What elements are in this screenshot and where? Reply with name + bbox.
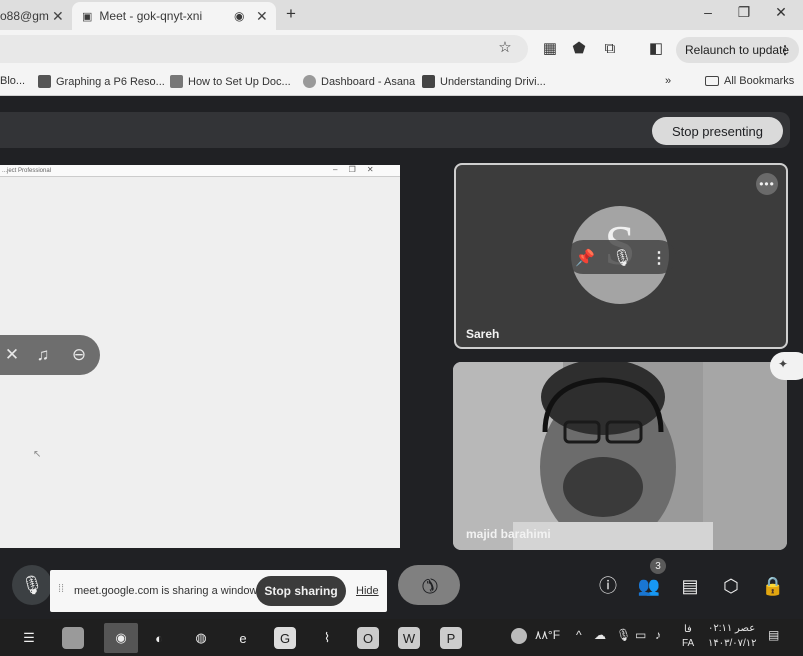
outlook-icon[interactable]: O	[357, 627, 379, 649]
close-icon[interactable]: ✕	[256, 8, 268, 25]
relaunch-button[interactable]: Relaunch to update ⋮	[676, 37, 799, 63]
extension-icon[interactable]: ▦	[540, 40, 560, 58]
people-count-badge: 3	[650, 558, 666, 574]
recording-icon: ◉	[234, 9, 245, 23]
profile-icon[interactable]: ◧	[646, 40, 666, 58]
maximize-button[interactable]: ❐	[734, 4, 754, 21]
pdf-icon[interactable]: G	[274, 627, 296, 649]
shield-extension-icon[interactable]: ⬟	[569, 40, 589, 58]
clock-date[interactable]: ۱۴۰۳/۰۷/۱۲	[708, 638, 757, 649]
chart-icon	[38, 75, 51, 88]
all-bookmarks-label: All Bookmarks	[724, 75, 795, 87]
info-icon[interactable]: ⓘ	[596, 575, 620, 597]
cloud-icon: ☁	[594, 628, 606, 642]
close-window-button[interactable]: ✕	[771, 4, 791, 21]
bookmark-label: How to Set Up Doc...	[188, 75, 291, 88]
puzzle-icon[interactable]: ⧉	[600, 40, 620, 58]
mic-icon: 🎙	[616, 628, 632, 642]
activities-icon[interactable]: ⬡	[719, 575, 743, 597]
file-explorer-icon[interactable]	[62, 627, 84, 649]
ie-icon[interactable]: e	[232, 627, 254, 649]
bookmark-item[interactable]: How to Set Up Doc...	[170, 75, 291, 88]
stop-presenting-button[interactable]: Stop presenting	[652, 117, 783, 145]
tab-gmail[interactable]: o88@gm ✕	[0, 2, 70, 30]
bookmark-item[interactable]: Graphing a P6 Reso...	[38, 75, 165, 88]
folder-icon	[705, 76, 719, 86]
task-view-icon[interactable]: ☰	[18, 627, 40, 649]
word-icon[interactable]: W	[398, 627, 420, 649]
cursor-icon: ↖	[33, 449, 42, 460]
project-icon[interactable]: P	[440, 627, 462, 649]
microphone-button[interactable]: 🎙	[12, 565, 52, 605]
chrome-icon[interactable]: ◉	[104, 623, 138, 653]
tab-title: o88@gm	[0, 9, 49, 23]
speaker-icon[interactable]: ♪	[655, 628, 661, 642]
weather-temp[interactable]: ۸۸°F	[535, 628, 560, 642]
edge-icon[interactable]: ◐	[148, 627, 170, 649]
language-top: فا	[684, 624, 692, 635]
participant-video	[453, 362, 787, 550]
stop-sharing-button[interactable]: Stop sharing	[256, 576, 346, 606]
weather-icon	[511, 628, 527, 644]
more-bookmarks-button[interactable]: »	[665, 75, 671, 87]
bookmark-label: Dashboard - Asana	[321, 75, 416, 88]
people-icon[interactable]: 👥	[637, 575, 661, 597]
video-camera-icon: ▣	[82, 10, 93, 23]
doc-icon	[170, 75, 183, 88]
participant-name: Sareh	[466, 327, 500, 341]
host-controls-icon[interactable]: 🔒	[761, 575, 785, 597]
bookmark-item[interactable]: Dashboard - Asana	[303, 75, 415, 88]
pin-off-icon[interactable]: ✕	[2, 345, 22, 365]
asana-icon	[303, 75, 316, 88]
language-indicator[interactable]: FA	[682, 638, 694, 649]
hide-link[interactable]: Hide	[356, 585, 379, 597]
drag-handle-icon[interactable]: ⁞⁞	[58, 583, 64, 595]
notification-icon[interactable]: ▤	[768, 628, 779, 642]
all-bookmarks-button[interactable]: All Bookmarks	[705, 75, 794, 87]
leave-call-button[interactable]: ✆	[398, 565, 460, 605]
bookmark-item[interactable]: Blo...	[0, 75, 25, 87]
tile-hover-controls: 📌 🎙 ⋮	[566, 240, 676, 274]
sharing-message: meet.google.com is sharing a window.	[74, 585, 260, 597]
tab-title: Meet - gok-qnyt-xni	[99, 9, 203, 23]
bookmark-label: Understanding Drivi...	[440, 75, 546, 88]
chat-icon[interactable]: ▤	[678, 575, 702, 597]
mic-icon[interactable]: 🎙	[612, 248, 632, 268]
new-tab-button[interactable]: +	[281, 4, 301, 24]
bookmark-star-icon[interactable]: ☆	[495, 39, 515, 57]
paperclip-icon[interactable]: ⌇	[316, 627, 338, 649]
bookmark-label: Blo...	[0, 75, 26, 87]
sparkle-icon: ✦	[778, 357, 789, 371]
bookmark-label: Graphing a P6 Reso...	[56, 75, 165, 88]
kebab-menu-icon[interactable]: ⋮	[779, 43, 791, 57]
participant-tile-majid[interactable]	[453, 362, 787, 550]
firefox-icon[interactable]: ◍	[190, 627, 212, 649]
close-icon[interactable]: ✕	[52, 8, 64, 25]
address-bar[interactable]: ☆	[0, 35, 528, 63]
mic-icon: 🎙	[20, 574, 44, 595]
hang-up-icon: ✆	[414, 570, 443, 599]
chevron-up-icon[interactable]: ^	[576, 628, 582, 642]
clock-time[interactable]: عصر ۰۲:۱۱	[708, 623, 755, 634]
more-options-button[interactable]: •••	[756, 173, 778, 195]
bookmark-item[interactable]: Understanding Drivi...	[422, 75, 546, 88]
relaunch-label: Relaunch to update	[685, 43, 790, 57]
grid-icon	[422, 75, 435, 88]
tab-meet[interactable]: ▣ Meet - gok-qnyt-xni ◉ ✕	[72, 2, 276, 30]
remove-icon[interactable]: ⊖	[69, 345, 89, 365]
battery-icon: ▭	[635, 628, 647, 642]
pin-icon[interactable]: 📌	[575, 248, 595, 268]
minimize-button[interactable]: –	[698, 4, 718, 20]
side-panel-toggle[interactable]: ✦	[770, 352, 803, 380]
mute-off-icon[interactable]: ♫	[33, 345, 53, 365]
tab-strip: o88@gm ✕ ▣ Meet - gok-qnyt-xni ◉ ✕ + – ❐…	[0, 0, 803, 30]
self-view-controls: ✕ ♫ ⊖	[0, 335, 100, 375]
bookmarks-bar: Blo... Graphing a P6 Reso... How to Set …	[0, 68, 803, 96]
participant-name: majid barahimi	[466, 527, 551, 541]
kebab-menu-icon[interactable]: ⋮	[650, 248, 668, 268]
shared-window-controls: – ❐ ✕	[333, 165, 374, 174]
